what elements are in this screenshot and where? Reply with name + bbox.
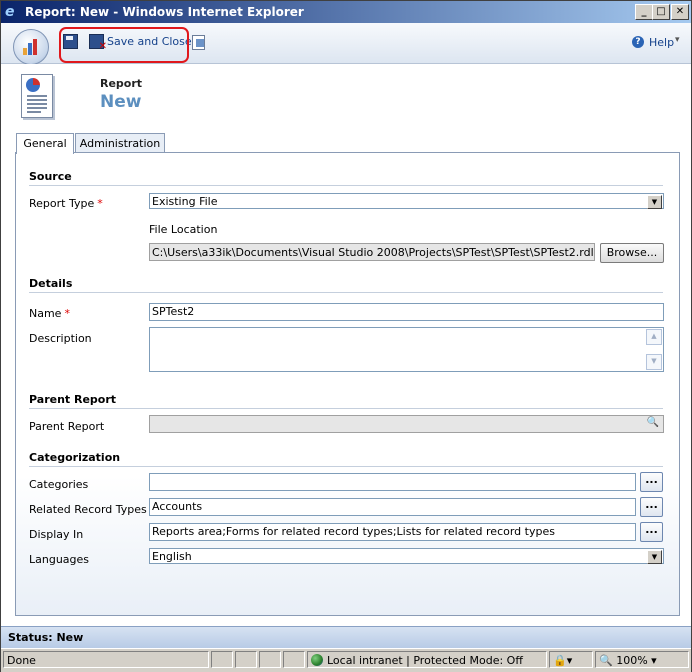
minimize-button[interactable]: _	[635, 4, 653, 20]
related-record-types-field[interactable]: Accounts	[149, 498, 636, 516]
zoom-level[interactable]: 🔍 100% ▾	[595, 651, 689, 668]
form-header: Report New	[1, 64, 691, 128]
section-divider	[29, 408, 663, 409]
name-value: SPTest2	[152, 305, 195, 318]
crm-logo-icon[interactable]	[13, 29, 49, 65]
help-icon[interactable]: ?	[632, 36, 644, 48]
categories-field[interactable]	[149, 473, 636, 491]
protected-mode-icon[interactable]: 🔒▾	[549, 651, 593, 668]
close-button[interactable]: ✕	[671, 4, 689, 20]
intranet-globe-icon	[311, 654, 323, 666]
browser-status-bar: Done Local intranet | Protected Mode: Of…	[1, 648, 691, 672]
languages-label: Languages	[29, 553, 90, 566]
report-type-label: Report Type *	[29, 197, 103, 210]
display-in-value: Reports area;Forms for related record ty…	[152, 525, 555, 538]
report-type-select[interactable]: Existing File ▼	[149, 193, 664, 209]
languages-value: English	[152, 550, 192, 563]
chevron-down-icon: ▾	[651, 654, 657, 667]
save-and-new-icon[interactable]	[192, 35, 205, 50]
file-location-label: File Location	[149, 223, 218, 236]
report-type-value: Existing File	[152, 195, 218, 208]
general-tab-panel: Source Report Type * Existing File ▼ File…	[15, 152, 680, 616]
description-label: Description	[29, 332, 92, 345]
description-field[interactable]: ▲ ▼	[149, 327, 664, 372]
parent-report-lookup[interactable]: 🔍	[149, 415, 664, 433]
section-title-categorization: Categorization	[29, 451, 121, 464]
categories-picker-button[interactable]: ...	[640, 472, 663, 492]
categories-label: Categories	[29, 478, 89, 491]
related-record-types-label: Related Record Types	[29, 503, 147, 516]
chevron-down-icon[interactable]: ▼	[647, 195, 662, 209]
zoom-value: 100%	[616, 654, 648, 667]
internet-explorer-icon: e	[5, 4, 15, 20]
security-zone[interactable]: Local intranet | Protected Mode: Off	[307, 651, 547, 668]
security-zone-text: Local intranet | Protected Mode: Off	[327, 654, 523, 667]
form-status-bar: Status: New	[1, 626, 691, 648]
status-done: Done	[3, 651, 209, 668]
browser-window: e Report: New - Windows Internet Explore…	[0, 0, 692, 672]
title-bar: e Report: New - Windows Internet Explore…	[1, 1, 691, 23]
section-divider	[29, 185, 663, 186]
section-divider	[29, 292, 663, 293]
zoom-icon: 🔍	[599, 654, 613, 667]
scroll-up-icon[interactable]: ▲	[646, 329, 662, 345]
name-field[interactable]: SPTest2	[149, 303, 664, 321]
browse-button[interactable]: Browse...	[600, 243, 664, 263]
help-menu-button[interactable]: Help	[649, 36, 674, 49]
save-and-close-highlight	[59, 27, 189, 63]
form-status-text: Status: New	[8, 631, 84, 644]
name-label: Name *	[29, 307, 70, 320]
section-title-parent-report: Parent Report	[29, 393, 117, 406]
section-divider	[29, 466, 663, 467]
chevron-down-icon[interactable]: ▼	[647, 550, 662, 564]
display-in-picker-button[interactable]: ...	[640, 522, 663, 542]
file-location-field[interactable]: C:\Users\a33ik\Documents\Visual Studio 2…	[149, 243, 595, 261]
lookup-icon[interactable]: 🔍	[645, 417, 661, 429]
scroll-down-icon[interactable]: ▼	[646, 354, 662, 370]
related-record-types-picker-button[interactable]: ...	[640, 497, 663, 517]
window-title: Report: New - Windows Internet Explorer	[25, 5, 304, 19]
languages-select[interactable]: English ▼	[149, 548, 664, 564]
chevron-down-icon[interactable]: ▾	[675, 35, 680, 45]
tab-administration[interactable]: Administration	[75, 133, 165, 153]
maximize-button[interactable]: □	[652, 4, 670, 20]
related-record-types-value: Accounts	[152, 500, 203, 513]
report-document-icon	[21, 74, 53, 118]
parent-report-label: Parent Report	[29, 420, 105, 433]
display-in-label: Display In	[29, 528, 84, 541]
entity-type-label: Report	[100, 77, 143, 90]
record-name-title: New	[100, 92, 142, 112]
section-title-details: Details	[29, 277, 73, 290]
section-title-source: Source	[29, 170, 72, 183]
display-in-field[interactable]: Reports area;Forms for related record ty…	[149, 523, 636, 541]
file-location-value: C:\Users\a33ik\Documents\Visual Studio 2…	[152, 246, 594, 259]
tab-general[interactable]: General	[16, 133, 74, 154]
